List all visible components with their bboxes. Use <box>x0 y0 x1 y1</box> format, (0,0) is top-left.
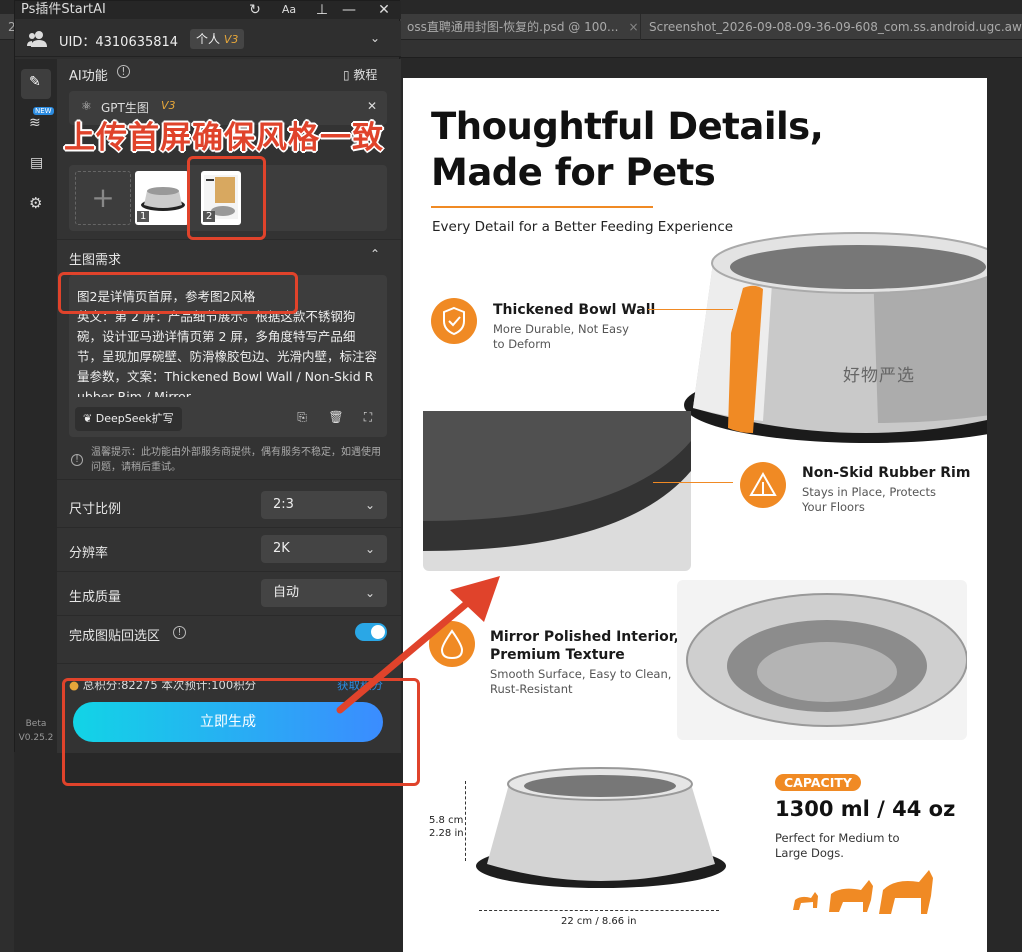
paste-info-icon[interactable]: ! <box>173 626 186 639</box>
sidebar-item-settings[interactable]: ⚙ <box>21 189 51 219</box>
ratio-select[interactable]: 2:3 ⌄ <box>261 491 387 519</box>
chevron-down-icon[interactable]: ⌄ <box>365 31 385 45</box>
callout-line-1 <box>648 309 733 310</box>
refresh-icon[interactable]: ↻ <box>245 1 265 19</box>
new-badge: NEW <box>33 107 54 115</box>
prompt-section-title: 生图需求 <box>69 253 122 268</box>
feature-title-2: Non-Skid Rubber Rim <box>802 465 971 481</box>
chevron-down-icon: ⌄ <box>364 498 375 512</box>
tab-close-icon[interactable]: × <box>628 20 638 34</box>
gear-icon: ⚙ <box>29 194 43 212</box>
upload-add-button[interactable]: + <box>75 171 131 225</box>
feature-title-1: Thickened Bowl Wall <box>493 302 656 318</box>
notice-info-icon: ! <box>71 454 83 466</box>
mirror-interior-image <box>677 580 967 740</box>
info-icon[interactable]: ! <box>117 65 130 78</box>
uid-label: UID：4310635814 <box>59 35 179 50</box>
deepseek-icon: ❦ <box>83 412 96 425</box>
version-label: V0.25.2 <box>18 733 54 743</box>
feature-desc-3a: Smooth Surface, Easy to Clean, <box>490 667 672 681</box>
bowl-capacity-image <box>476 767 726 888</box>
beta-label: Beta <box>25 719 47 729</box>
dog-silhouettes-icon <box>793 870 933 914</box>
divider <box>57 479 401 480</box>
chevron-down-icon: ⌄ <box>364 542 375 556</box>
sidebar-item-layers[interactable]: ≋ NEW <box>21 107 54 139</box>
callout-line-2 <box>653 482 733 483</box>
warning-triangle-icon <box>740 462 786 508</box>
headline-line1: Thoughtful Details, <box>431 105 824 148</box>
account-bar[interactable]: UID：4310635814 个人 V3 ⌄ <box>15 21 401 57</box>
tutorial-link[interactable]: ▯ 教程 <box>343 66 377 83</box>
font-size-icon[interactable]: Aa <box>279 1 299 19</box>
headline-underline <box>431 206 653 208</box>
resolution-select[interactable]: 2K ⌄ <box>261 535 387 563</box>
feature-desc-1b: to Deform <box>493 337 551 351</box>
feature-desc-2b: Your Floors <box>802 500 865 514</box>
pin-icon[interactable]: ⊥ <box>313 1 331 19</box>
reference-thumb-1[interactable]: 1 <box>135 171 189 225</box>
headline-line2: Made for Pets <box>431 151 716 194</box>
annotation-arrow <box>336 576 500 714</box>
feature-title-3b: Premium Texture <box>490 647 625 663</box>
bowl-watermark: 好物严选 <box>843 366 915 386</box>
sidebar-item-ai[interactable]: ✎ <box>21 69 51 99</box>
minimize-icon[interactable]: — <box>340 1 358 19</box>
plugin-title: Ps插件StartAI <box>21 2 106 17</box>
plugin-sidebar: ✎ ≋ NEW ▤ ⚙ Beta V0.25.2 <box>15 59 57 753</box>
ps-tab-2[interactable]: oss直聘通用封图-恢复的.psd @ 100... × <box>398 14 638 40</box>
ratio-label: 尺寸比例 <box>69 502 122 517</box>
pencil-icon: ✎ <box>29 74 41 90</box>
chevron-up-icon[interactable]: ⌃ <box>365 247 385 261</box>
bowl-hero-image <box>684 232 987 443</box>
document-canvas[interactable]: Thoughtful Details, Made for Pets Every … <box>403 78 987 952</box>
ps-tab-3[interactable]: Screenshot_2026-09-08-09-36-09-608_com.s… <box>640 14 1022 40</box>
dim-height-cm: 5.8 cm <box>429 815 464 826</box>
fullscreen-icon[interactable]: ⛶ <box>359 410 377 425</box>
capacity-desc-a: Perfect for Medium to <box>775 831 900 845</box>
capacity-badge: CAPACITY <box>775 774 861 791</box>
user-group-icon <box>27 31 47 47</box>
thumb-index-1: 1 <box>137 211 150 222</box>
ai-section-title: AI功能 <box>69 69 108 84</box>
ps-ruler <box>400 40 1022 58</box>
capacity-value: 1300 ml / 44 oz <box>775 797 956 821</box>
annotation-box-thumb <box>187 156 266 240</box>
paste-back-label: 完成图贴回选区 <box>69 629 161 644</box>
gpt-icon: ⚛ <box>81 99 92 113</box>
rubber-rim-image <box>423 411 691 571</box>
layers-icon: ≋ <box>29 115 41 131</box>
annotation-callout: 上传首屏确保风格一致 <box>64 120 384 156</box>
deepseek-expand-button[interactable]: ❦ DeepSeek扩写 <box>75 407 182 431</box>
divider <box>57 527 401 528</box>
width-dimension-line <box>479 910 719 911</box>
ps-toolbar-strip <box>0 14 14 952</box>
capacity-desc-b: Large Dogs. <box>775 846 844 860</box>
dim-height-in: 2.28 in <box>429 828 464 839</box>
paste-icon[interactable]: ⎘ <box>293 410 311 425</box>
feature-desc-2a: Stays in Place, Protects <box>802 485 936 499</box>
document-icon: ▤ <box>30 155 44 171</box>
trash-icon[interactable]: 🗑 <box>327 410 345 424</box>
feature-title-3a: Mirror Polished Interior, <box>490 629 679 645</box>
quality-label: 生成质量 <box>69 590 122 605</box>
plugin-titlebar: Ps插件StartAI ↻ Aa ⊥ — ✕ <box>15 1 401 19</box>
feature-desc-1a: More Durable, Not Easy <box>493 322 629 336</box>
tool-badge: V3 <box>161 99 176 112</box>
shield-icon <box>431 298 477 344</box>
annotation-box-prompt <box>58 272 298 314</box>
dim-width: 22 cm / 8.66 in <box>561 916 637 927</box>
tool-close-icon[interactable]: ✕ <box>367 99 377 113</box>
sidebar-item-docs[interactable]: ▤ <box>21 149 51 179</box>
resolution-label: 分辨率 <box>69 546 109 561</box>
height-dimension-line <box>465 781 466 861</box>
notice-text: 温馨提示：此功能由外部服务商提供，偶有服务不稳定，如遇使用问题，请稍后重试。 <box>91 447 381 473</box>
close-icon[interactable]: ✕ <box>375 1 393 19</box>
plan-tag: 个人 V3 <box>190 29 245 49</box>
